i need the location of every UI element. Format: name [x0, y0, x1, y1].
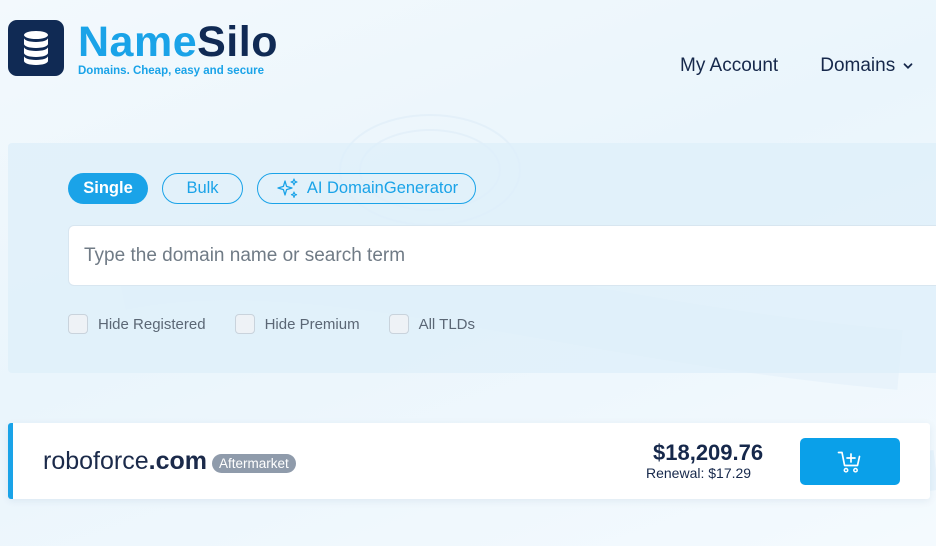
brand-name-part2: Silo	[197, 18, 278, 66]
aftermarket-badge: Aftermarket	[211, 454, 296, 473]
chevron-down-icon	[903, 63, 913, 69]
tab-bulk-label: Bulk	[186, 179, 219, 197]
brand-tagline: Domains. Cheap, easy and secure	[78, 65, 264, 77]
filter-hide-registered[interactable]: Hide Registered	[68, 314, 206, 334]
hide-premium-checkbox[interactable]	[234, 314, 255, 334]
domain-tld: .com	[148, 447, 207, 475]
tab-ai-label: AI DomainGenerator	[306, 179, 459, 197]
search-mode-tabs: Single Bulk AI DomainGenerator	[68, 173, 476, 204]
nav-domains-label: Domains	[820, 55, 896, 76]
all-tlds-checkbox[interactable]	[388, 314, 409, 334]
nav-my-account-label: My Account	[680, 55, 779, 76]
brand-logo[interactable]: NameSilo Domains. Cheap, easy and secure	[8, 20, 278, 77]
add-to-cart-icon	[837, 451, 861, 473]
nav-domains-dropdown[interactable]: Domains	[820, 55, 913, 77]
domain-sld: roboforce	[43, 447, 149, 475]
tab-single[interactable]: Single	[68, 173, 148, 204]
domain-result-row: roboforce .com Aftermarket $18,209.76 Ren…	[8, 423, 930, 499]
domain-search-panel: Single Bulk AI DomainGenerator Hide Regi…	[8, 143, 936, 373]
filter-hide-registered-label: Hide Registered	[98, 315, 206, 333]
filter-hide-premium-label: Hide Premium	[264, 315, 360, 333]
brand-name-part1: Name	[78, 18, 198, 66]
brand-name: NameSilo	[78, 20, 278, 64]
filter-hide-premium[interactable]: Hide Premium	[234, 314, 360, 334]
hide-registered-checkbox[interactable]	[68, 314, 88, 334]
nav-my-account[interactable]: My Account	[680, 55, 778, 77]
sparkles-icon	[277, 177, 298, 198]
filter-all-tlds[interactable]: All TLDs	[388, 314, 475, 334]
add-to-cart-button[interactable]	[800, 438, 900, 485]
tab-ai-domain-generator[interactable]: AI DomainGenerator	[257, 173, 476, 204]
domain-search-input[interactable]	[68, 225, 936, 286]
top-nav: My Account Domains	[680, 55, 913, 77]
filter-all-tlds-label: All TLDs	[418, 315, 475, 333]
database-icon	[8, 20, 64, 76]
tab-single-label: Single	[83, 179, 133, 197]
search-filters: Hide Registered Hide Premium All TLDs	[68, 314, 475, 334]
domain-price: $18,209.76	[653, 440, 764, 465]
domain-renewal-price: Renewal: $17.29	[646, 465, 752, 481]
tab-bulk[interactable]: Bulk	[162, 173, 243, 204]
domain-name: roboforce .com Aftermarket	[43, 447, 296, 476]
